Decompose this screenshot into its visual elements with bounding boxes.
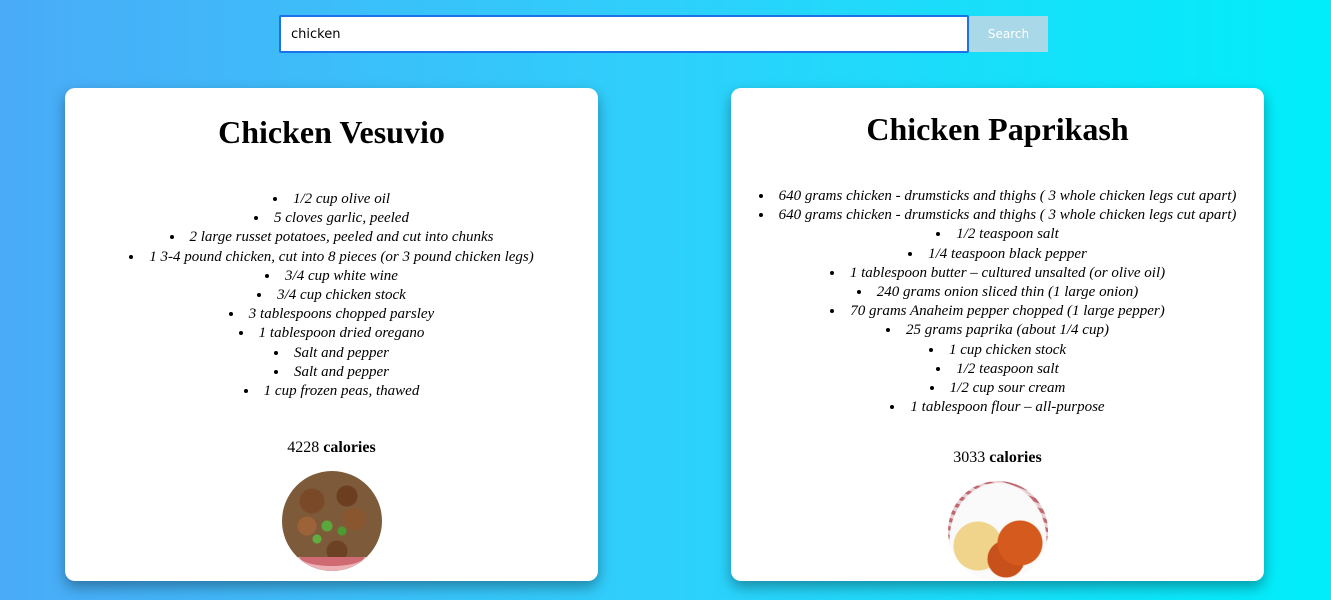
ingredient-item: 1 tablespoon butter – cultured unsalted …: [731, 264, 1264, 283]
search-bar: Search: [279, 15, 1048, 53]
search-input[interactable]: [279, 15, 969, 53]
recipe-card: Chicken Vesuvio 1/2 cup olive oil 5 clov…: [65, 88, 598, 581]
ingredient-item: 1/2 cup sour cream: [731, 379, 1264, 398]
ingredient-item: 1 tablespoon dried oregano: [65, 324, 598, 343]
recipe-image: [281, 471, 382, 572]
recipe-title: Chicken Paprikash: [866, 111, 1129, 147]
ingredient-item: 3/4 cup chicken stock: [65, 286, 598, 305]
search-button[interactable]: Search: [969, 16, 1048, 52]
ingredient-item: 640 grams chicken - drumsticks and thigh…: [731, 187, 1264, 206]
recipe-image: [947, 481, 1048, 581]
calories-info: 4228 calories: [65, 439, 598, 457]
ingredient-item: 25 grams paprika (about 1/4 cup): [731, 321, 1264, 340]
ingredient-item: 1 cup frozen peas, thawed: [65, 382, 598, 401]
ingredient-item: 70 grams Anaheim pepper chopped (1 large…: [731, 302, 1264, 321]
ingredient-list: 1/2 cup olive oil 5 cloves garlic, peele…: [65, 190, 598, 401]
ingredient-item: 2 large russet potatoes, peeled and cut …: [65, 228, 598, 247]
calories-value: 3033: [953, 449, 986, 467]
ingredient-item: 1 3-4 pound chicken, cut into 8 pieces (…: [65, 248, 598, 267]
ingredient-item: 3 tablespoons chopped parsley: [65, 305, 598, 324]
calories-label: calories: [323, 439, 376, 457]
ingredient-item: 1/4 teaspoon black pepper: [731, 245, 1264, 264]
recipe-card: Chicken Paprikash 640 grams chicken - dr…: [731, 88, 1264, 581]
ingredient-item: 1 cup chicken stock: [731, 341, 1264, 360]
recipe-title: Chicken Vesuvio: [218, 114, 445, 150]
ingredient-item: 5 cloves garlic, peeled: [65, 209, 598, 228]
calories-label: calories: [989, 449, 1042, 467]
calories-info: 3033 calories: [731, 449, 1264, 467]
ingredient-item: 3/4 cup white wine: [65, 267, 598, 286]
ingredient-item: Salt and pepper: [65, 344, 598, 363]
ingredient-item: 1/2 teaspoon salt: [731, 225, 1264, 244]
calories-value: 4228: [287, 439, 320, 457]
ingredient-item: 1/2 teaspoon salt: [731, 360, 1264, 379]
ingredient-item: 240 grams onion sliced thin (1 large oni…: [731, 283, 1264, 302]
ingredient-item: 1 tablespoon flour – all-purpose: [731, 398, 1264, 417]
ingredient-item: Salt and pepper: [65, 363, 598, 382]
ingredient-item: 640 grams chicken - drumsticks and thigh…: [731, 206, 1264, 225]
ingredient-list: 640 grams chicken - drumsticks and thigh…: [731, 187, 1264, 417]
ingredient-item: 1/2 cup olive oil: [65, 190, 598, 209]
